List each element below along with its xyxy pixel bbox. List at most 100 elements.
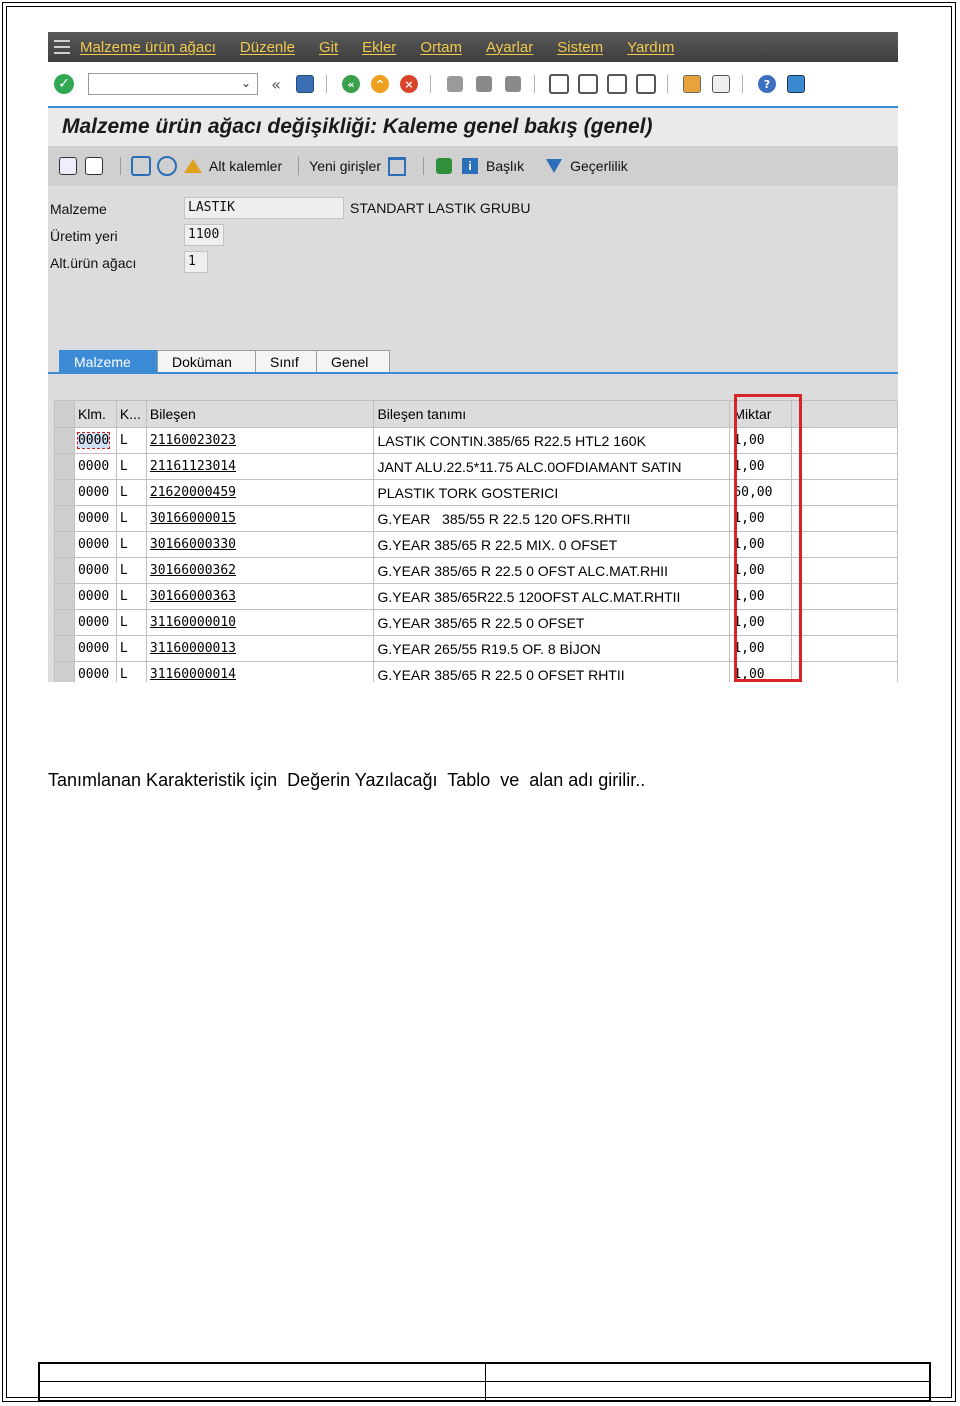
column-header-k[interactable]: K...	[115, 400, 147, 428]
chevron-down-icon[interactable]: ⌄	[241, 76, 251, 90]
bilesen-tanimi-cell[interactable]: G.YEAR 385/65 R 22.5 0 OFSET	[373, 609, 731, 636]
klm-cell[interactable]: 0000	[73, 661, 117, 682]
miktar-cell[interactable]: 1,00	[729, 427, 793, 454]
menu-malzeme-urun-agaci[interactable]: Malzeme ürün ağacı	[80, 39, 216, 56]
row-selector[interactable]	[54, 427, 75, 454]
bilesen-tanimi-cell[interactable]: G.YEAR 385/65 R 22.5 MIX. 0 OFSET	[373, 531, 731, 558]
menu-duzenle[interactable]: Düzenle	[240, 39, 295, 56]
exit-icon[interactable]: ^	[369, 73, 391, 95]
last-page-icon[interactable]	[635, 73, 657, 95]
k-cell[interactable]: L	[115, 479, 147, 506]
command-field[interactable]: ⌄	[88, 73, 258, 95]
row-selector[interactable]	[54, 661, 75, 682]
trash-icon[interactable]	[387, 156, 407, 176]
first-page-icon[interactable]	[548, 73, 570, 95]
miktar-cell[interactable]: 1,00	[729, 505, 793, 532]
enter-check-icon[interactable]: ✓	[54, 74, 74, 94]
hat-icon[interactable]	[157, 156, 177, 176]
menu-ayarlar[interactable]: Ayarlar	[486, 39, 533, 56]
bilesen-tanimi-cell[interactable]: G.YEAR 385/65 R 22.5 0 OFSET RHTII	[373, 661, 731, 682]
bilesen-tanimi-cell[interactable]: LASTIK CONTIN.385/65 R22.5 HTL2 160K	[373, 427, 731, 454]
collapse-arrows-icon[interactable]: «	[265, 73, 287, 95]
bilesen-tanimi-cell[interactable]: G.YEAR 385/55 R 22.5 120 OFS.RHTII	[373, 505, 731, 532]
klm-cell[interactable]: 0000	[73, 635, 117, 662]
malzeme-field[interactable]: LASTIK	[184, 197, 344, 219]
cancel-icon[interactable]: ×	[398, 73, 420, 95]
bilesen-tanimi-cell[interactable]: JANT ALU.22.5*11.75 ALC.0OFDIAMANT SATIN	[373, 453, 731, 480]
klm-cell[interactable]: 0000	[73, 557, 117, 584]
miktar-cell[interactable]: 1,00	[729, 453, 793, 480]
previous-page-icon[interactable]	[577, 73, 599, 95]
bilesen-cell[interactable]: 21620000459	[145, 479, 375, 506]
select-all-cell[interactable]	[54, 400, 75, 428]
klm-cell[interactable]: 0000	[73, 505, 117, 532]
miktar-cell[interactable]: 1,00	[729, 557, 793, 584]
miktar-cell[interactable]: 1,00	[729, 661, 793, 682]
uretim-yeri-field[interactable]: 1100	[184, 224, 224, 246]
print-icon[interactable]	[444, 73, 466, 95]
new-session-icon[interactable]	[681, 73, 703, 95]
column-header-miktar[interactable]: Miktar	[729, 400, 793, 428]
column-header-bilesen-tanimi[interactable]: Bileşen tanımı	[373, 400, 731, 428]
tab-malzeme[interactable]: Malzeme	[59, 350, 158, 372]
row-selector[interactable]	[54, 479, 75, 506]
select-all-icon[interactable]	[131, 156, 151, 176]
swap-arrows-icon[interactable]	[434, 157, 454, 175]
k-cell[interactable]: L	[115, 453, 147, 480]
menu-yardim[interactable]: Yardım	[627, 39, 674, 56]
klm-cell[interactable]: 0000	[73, 531, 117, 558]
menu-sistem[interactable]: Sistem	[557, 39, 603, 56]
back-icon[interactable]: «	[340, 73, 362, 95]
bilesen-cell[interactable]: 30166000362	[145, 557, 375, 584]
menu-git[interactable]: Git	[319, 39, 338, 56]
k-cell[interactable]: L	[115, 609, 147, 636]
layout-menu-icon[interactable]	[785, 73, 807, 95]
miktar-cell[interactable]: 60,00	[729, 479, 793, 506]
bilesen-cell[interactable]: 30166000363	[145, 583, 375, 610]
baslik-button[interactable]: i Başlık	[460, 157, 524, 175]
miktar-cell[interactable]: 1,00	[729, 609, 793, 636]
shortcut-icon[interactable]	[710, 73, 732, 95]
row-selector[interactable]	[54, 635, 75, 662]
k-cell[interactable]: L	[115, 557, 147, 584]
klm-cell[interactable]: 0000	[73, 609, 117, 636]
klm-cell[interactable]: 0000	[73, 453, 117, 480]
row-selector[interactable]	[54, 557, 75, 584]
bilesen-tanimi-cell[interactable]: PLASTIK TORK GOSTERICI	[373, 479, 731, 506]
display-icon[interactable]	[84, 157, 104, 175]
find-next-icon[interactable]	[502, 73, 524, 95]
klm-cell[interactable]: 0000	[73, 583, 117, 610]
row-selector[interactable]	[54, 583, 75, 610]
row-selector[interactable]	[54, 531, 75, 558]
tab-genel[interactable]: Genel	[316, 350, 390, 372]
gecerlilik-button[interactable]: Geçerlilik	[544, 157, 628, 175]
tab-dokuman[interactable]: Doküman	[157, 350, 256, 372]
row-selector[interactable]	[54, 609, 75, 636]
display-change-icon[interactable]	[58, 157, 78, 175]
k-cell[interactable]: L	[115, 505, 147, 532]
help-icon[interactable]: ?	[756, 73, 778, 95]
save-icon[interactable]	[294, 73, 316, 95]
alt-kalemler-button[interactable]: Alt kalemler	[183, 157, 282, 175]
column-header-bilesen[interactable]: Bileşen	[145, 400, 375, 428]
menu-ekler[interactable]: Ekler	[362, 39, 396, 56]
bilesen-cell[interactable]: 21161123014	[145, 453, 375, 480]
klm-cell[interactable]: 0000	[76, 432, 111, 449]
find-icon[interactable]	[473, 73, 495, 95]
bilesen-tanimi-cell[interactable]: G.YEAR 385/65R22.5 120OFST ALC.MAT.RHTII	[373, 583, 731, 610]
tab-sinif[interactable]: Sınıf	[255, 350, 317, 372]
menu-ortam[interactable]: Ortam	[420, 39, 462, 56]
k-cell[interactable]: L	[115, 583, 147, 610]
miktar-cell[interactable]: 1,00	[729, 635, 793, 662]
miktar-cell[interactable]: 1,00	[729, 583, 793, 610]
bilesen-tanimi-cell[interactable]: G.YEAR 265/55 R19.5 OF. 8 BİJON	[373, 635, 731, 662]
column-header-klm[interactable]: Klm.	[73, 400, 117, 428]
miktar-cell[interactable]: 1,00	[729, 531, 793, 558]
row-selector[interactable]	[54, 453, 75, 480]
next-page-icon[interactable]	[606, 73, 628, 95]
bilesen-cell[interactable]: 21160023023	[145, 427, 375, 454]
bilesen-cell[interactable]: 30166000330	[145, 531, 375, 558]
k-cell[interactable]: L	[115, 661, 147, 682]
alt-urun-agaci-field[interactable]: 1	[184, 251, 208, 273]
bilesen-cell[interactable]: 31160000010	[145, 609, 375, 636]
